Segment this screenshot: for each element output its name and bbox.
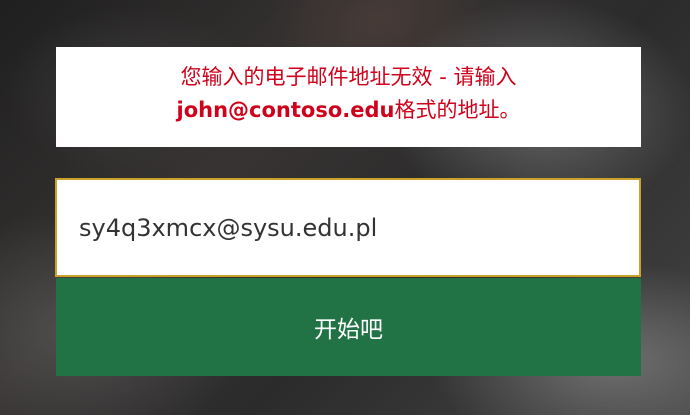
email-field[interactable] [55, 178, 641, 277]
example-email: john@contoso.edu [176, 98, 395, 122]
error-message-line-2: john@contoso.edu格式的地址。 [66, 94, 631, 127]
error-message-suffix: 格式的地址。 [394, 98, 521, 122]
error-message-line-1: 您输入的电子邮件地址无效 - 请输入 [180, 65, 517, 89]
start-button[interactable]: 开始吧 [56, 278, 641, 376]
error-message: 您输入的电子邮件地址无效 - 请输入 john@contoso.edu格式的地址… [56, 47, 641, 147]
